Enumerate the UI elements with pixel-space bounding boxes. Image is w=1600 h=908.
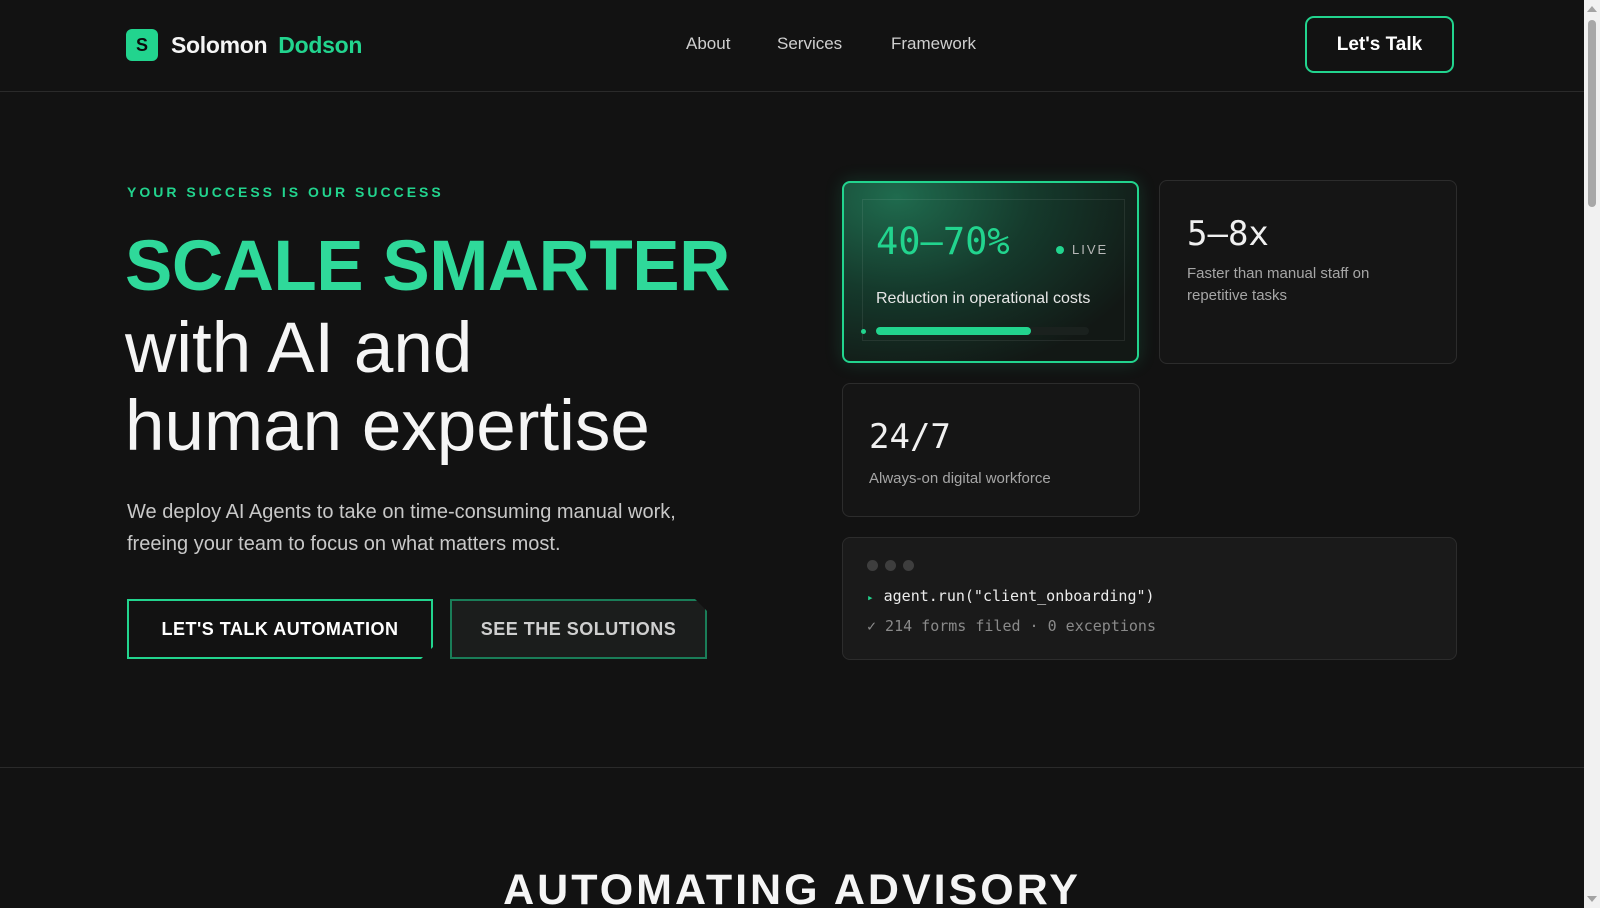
nav-link-services[interactable]: Services [777,34,842,54]
progress-dot-icon [861,329,866,334]
live-dot-icon [1056,245,1064,254]
stat-card-availability: 24/7 Always-on digital workforce [842,383,1140,517]
stat-label: Always-on digital workforce [869,470,1051,487]
terminal-command-line: ▸ agent.run("client_onboarding") [867,587,1155,605]
scroll-up-arrow-icon[interactable] [1587,6,1597,12]
hero-eyebrow: YOUR SUCCESS IS OUR SUCCESS [127,184,444,200]
scrollbar-thumb[interactable] [1588,20,1596,207]
section-divider [0,767,1584,768]
see-the-solutions-button[interactable]: SEE THE SOLUTIONS [450,599,707,659]
stat-card-speed: 5–8x Faster than manual staff on repetit… [1159,180,1457,364]
hero-headline-accent: SCALE SMARTER [125,227,730,306]
lets-talk-automation-button[interactable]: LET'S TALK AUTOMATION [127,599,433,659]
lets-talk-button[interactable]: Let's Talk [1305,16,1454,73]
nav-link-about[interactable]: About [686,34,730,54]
stat-label: Faster than manual staff on repetitive t… [1187,265,1370,304]
brand-last-name: Dodson [278,31,363,58]
terminal-output: ✓ 214 forms filed · 0 exceptions [867,617,1156,635]
terminal-command: agent.run("client_onboarding") [883,587,1155,605]
hero-headline-line-3: human expertise [125,387,650,466]
brand-first-name: Solomon [171,31,268,58]
page: S Solomon Dodson About Services Framewor… [0,0,1584,908]
window-dots [867,560,921,571]
live-badge: LIVE [1056,242,1108,257]
logo-mark-icon: S [126,29,158,61]
progress-bar-fill [876,327,1032,335]
window-dot-icon [867,560,878,571]
window-dot-icon [903,560,914,571]
stat-card-cost-reduction: 40–70% LIVE Reduction in operational cos… [842,181,1139,363]
stat-label: Reduction in operational costs [876,290,1091,307]
hero-headline-line-2: with AI and [125,309,473,388]
terminal-window: ▸ agent.run("client_onboarding") ✓ 214 fo… [842,537,1457,660]
stat-value: 5–8x [1187,214,1269,254]
page-scrollbar[interactable] [1584,0,1600,908]
progress-bar [876,327,1089,335]
stat-value: 24/7 [869,417,951,457]
scroll-down-arrow-icon[interactable] [1587,896,1597,902]
live-badge-label: LIVE [1072,242,1109,257]
window-dot-icon [885,560,896,571]
site-header: S Solomon Dodson About Services Framewor… [0,0,1584,92]
section-title: AUTOMATING ADVISORY [503,866,1081,908]
stat-value: 40–70% [876,220,1010,263]
nav-link-framework[interactable]: Framework [891,34,976,54]
brand-logo-link[interactable]: S Solomon Dodson [126,29,362,61]
hero-subtext: We deploy AI Agents to take on time-cons… [127,501,676,555]
prompt-arrow-icon: ▸ [867,591,874,604]
